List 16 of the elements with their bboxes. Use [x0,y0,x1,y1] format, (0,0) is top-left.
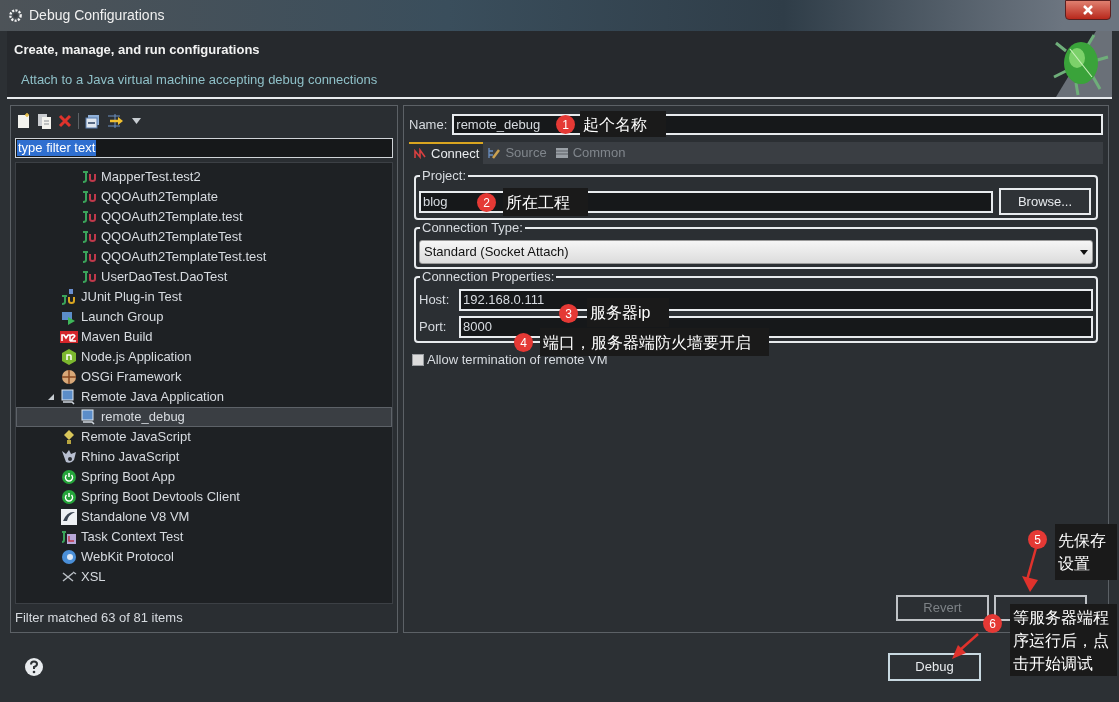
annotation-tooltip: 起个名称 [580,111,666,137]
port-label: Port: [419,318,448,337]
filter-status: Filter matched 63 of 81 items [15,609,184,628]
window-title: Debug Configurations [29,6,165,25]
annotation-tooltip: 所在工程 [503,188,588,216]
group-title: Connection Properties: [420,269,557,285]
annotation-tooltip: 服务器ip [587,298,669,327]
host-label: Host: [419,291,451,310]
group-title: Project: [420,168,469,184]
annotation-tooltip: 等服务器端程序运行后，点击开始调试 [1010,604,1117,676]
header-heading: Create, manage, and run configurations [14,41,261,59]
group-title: Connection Type: [420,220,525,236]
annotation-tooltip: 端口，服务器端防火墙要开启 [540,328,769,356]
header-description: Attach to a Java virtual machine accepting debug connections [20,70,378,89]
annotation-tooltip: 先保存设置 [1055,524,1117,580]
name-label: Name: [409,115,448,134]
